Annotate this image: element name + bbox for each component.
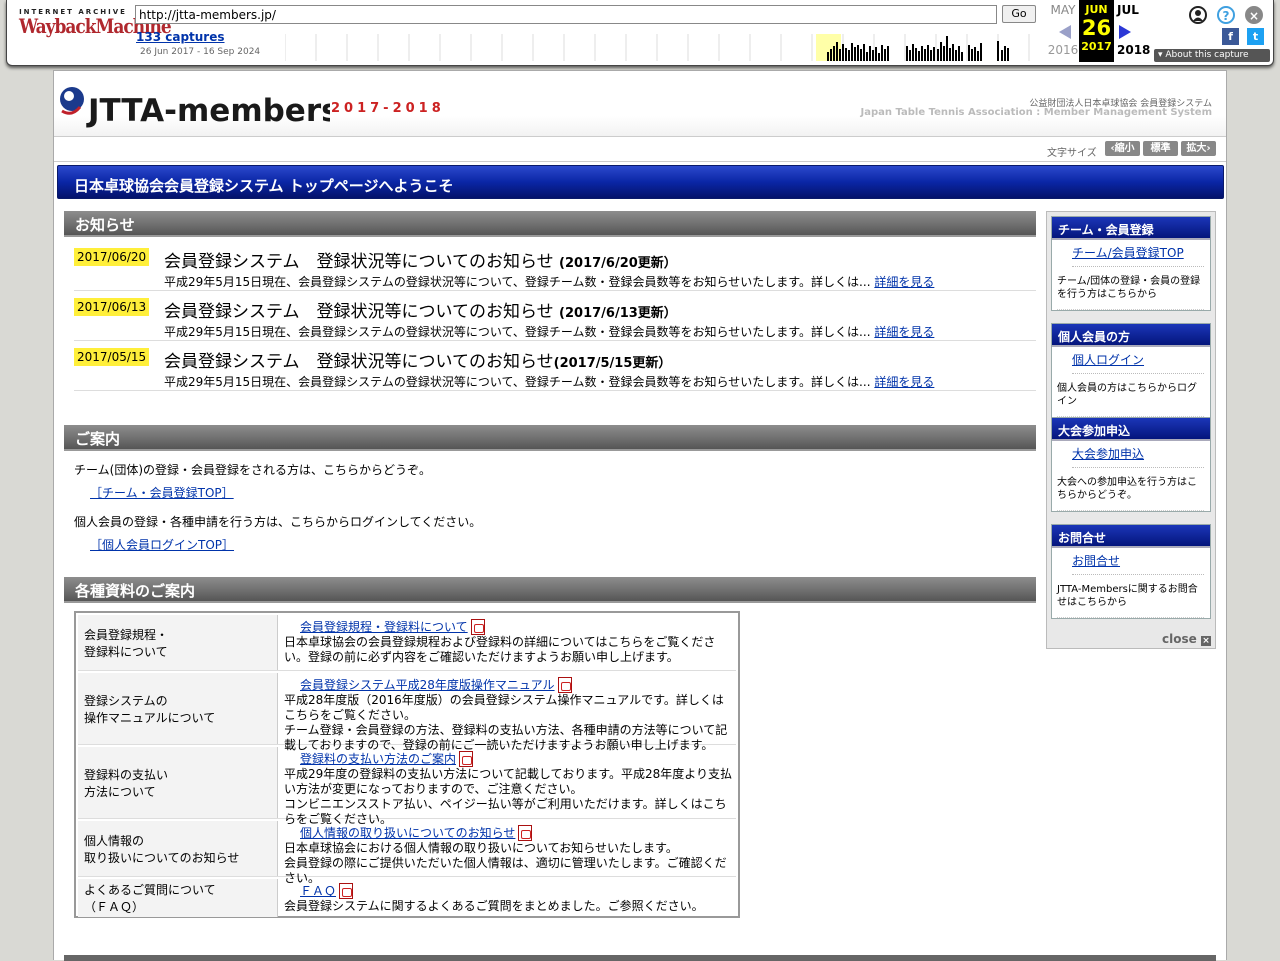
news-more-link[interactable]: 詳細を見る bbox=[874, 275, 934, 289]
doc-link[interactable]: ＦＡＱ bbox=[300, 884, 336, 899]
font-size-normal-button[interactable]: 標準 bbox=[1143, 141, 1178, 156]
doc-link[interactable]: 登録料の支払い方法のご案内 bbox=[300, 752, 456, 767]
news-more-link[interactable]: 詳細を見る bbox=[874, 325, 934, 339]
pdf-icon[interactable] bbox=[557, 677, 572, 693]
site-header: JTTA-members.jp 2017-2018 公益財団法人日本卓球協会 会… bbox=[54, 71, 1226, 137]
sidebar-desc: 大会への参加申込を行う方はこちらからどうぞ。 bbox=[1057, 476, 1204, 511]
twitter-icon[interactable]: t bbox=[1247, 28, 1264, 45]
sidebar-desc: チーム/団体の登録・会員の登録を行う方はこちらから bbox=[1057, 275, 1204, 310]
sidebar-link[interactable]: 個人ログイン bbox=[1072, 351, 1204, 374]
sidebar-box-personal: 個人会員の方 個人ログイン 個人会員の方はこちらからログイン bbox=[1051, 323, 1211, 418]
sidebar-box-entry: 大会参加申込 大会参加申込 大会への参加申込を行う方はこちらからどうぞ。 bbox=[1051, 417, 1211, 512]
row-value: 登録料の支払い方法のご案内 平成29年度の登録料の支払い方法について記載しておりま… bbox=[284, 751, 733, 826]
current-capture-date: JUN 26 2017 bbox=[1079, 0, 1114, 62]
news-date: 2017/05/15 bbox=[74, 348, 150, 366]
capture-range: 26 Jun 2017 - 16 Sep 2024 bbox=[140, 47, 261, 57]
sidebar-close-button[interactable]: close × bbox=[1162, 632, 1211, 646]
news-desc: 平成29年5月15日現在、会員登録システムの登録状況等について、登録チーム数・登… bbox=[164, 325, 935, 339]
close-icon: × bbox=[1201, 636, 1211, 646]
pdf-icon[interactable] bbox=[470, 619, 485, 635]
font-size-small-button[interactable]: ‹縮小 bbox=[1105, 141, 1140, 156]
table-row: 登録システムの 操作マニュアルについて 会員登録システム平成28年度版操作マニュア… bbox=[78, 673, 736, 752]
help-icon[interactable]: ? bbox=[1217, 6, 1235, 24]
facebook-icon[interactable]: f bbox=[1222, 28, 1239, 45]
announce-heading: ご案内 bbox=[64, 425, 1036, 451]
row-label: 会員登録規程・ 登録料について bbox=[78, 615, 278, 670]
next-month[interactable]: JUL 2018 bbox=[1117, 3, 1152, 57]
go-button[interactable]: Go bbox=[1002, 5, 1036, 23]
season-label: 2017-2018 bbox=[331, 101, 445, 116]
docs-heading: 各種資料のご案内 bbox=[64, 577, 1036, 603]
welcome-banner: 日本卓球協会会員登録システム トップページへようこそ bbox=[57, 165, 1224, 199]
page: JTTA-members.jp 2017-2018 公益財団法人日本卓球協会 会… bbox=[53, 70, 1227, 961]
row-label: 登録料の支払い 方法について bbox=[78, 747, 278, 818]
sidebar-box-heading: チーム・会員登録 bbox=[1052, 217, 1210, 240]
sidebar-box-team: チーム・会員登録 チーム/会員登録TOP チーム/団体の登録・会員の登録を行う方… bbox=[1051, 216, 1211, 311]
news-item: 2017/06/20 会員登録システム 登録状況等についてのお知らせ (2017… bbox=[74, 241, 1036, 291]
footer-bar bbox=[64, 955, 1216, 961]
news-date: 2017/06/20 bbox=[74, 248, 150, 266]
sidebar-box-heading: 個人会員の方 bbox=[1052, 324, 1210, 347]
team-register-link[interactable]: ［チーム・会員登録TOP］ bbox=[90, 484, 234, 501]
row-value: 個人情報の取り扱いについてのお知らせ 日本卓球協会における個人情報の取り扱いについ… bbox=[284, 825, 727, 885]
news-desc: 平成29年5月15日現在、会員登録システムの登録状況等について、登録チーム数・登… bbox=[164, 275, 935, 289]
jtta-logo[interactable]: JTTA-members.jp bbox=[58, 77, 330, 133]
table-row: よくあるご質問について （ＦＡＱ） ＦＡＱ 会員登録システムに関するよくあるご質問を… bbox=[78, 879, 736, 917]
row-label: よくあるご質問について （ＦＡＱ） bbox=[78, 879, 278, 917]
news-title: 会員登録システム 登録状況等についてのお知らせ(2017/5/15更新） bbox=[164, 352, 672, 372]
row-value: 会員登録システム平成28年度版操作マニュアル 平成28年度版（2016年度版）の会… bbox=[284, 677, 728, 752]
table-row: 会員登録規程・ 登録料について 会員登録規程・登録料について 日本卓球協会の会員登録… bbox=[78, 615, 736, 671]
announce-team: チーム(団体)の登録・会員登録をされる方は、こちらからどうぞ。 ［チーム・会員登… bbox=[74, 463, 432, 501]
table-row: 登録料の支払い 方法について 登録料の支払い方法のご案内 平成29年度の登録料の支払… bbox=[78, 747, 736, 826]
prev-capture-icon[interactable] bbox=[1059, 25, 1071, 39]
capture-sparkline[interactable] bbox=[285, 34, 1037, 61]
pdf-icon[interactable] bbox=[459, 751, 474, 767]
font-size-label: 文字サイズ bbox=[1047, 148, 1097, 159]
sidebar-link[interactable]: チーム/会員登録TOP bbox=[1072, 244, 1204, 267]
close-icon[interactable]: × bbox=[1245, 6, 1263, 24]
font-size-large-button[interactable]: 拡大› bbox=[1181, 141, 1216, 156]
news-item: 2017/06/13 会員登録システム 登録状況等についてのお知らせ (2017… bbox=[74, 291, 1036, 341]
doc-link[interactable]: 会員登録規程・登録料について bbox=[300, 620, 468, 635]
about-capture-dropdown[interactable]: ▾ About this capture bbox=[1154, 49, 1270, 62]
personal-login-link[interactable]: ［個人会員ログインTOP］ bbox=[90, 536, 234, 553]
sidebar-box-heading: 大会参加申込 bbox=[1052, 418, 1210, 441]
sidebar-desc: 個人会員の方はこちらからログイン bbox=[1057, 382, 1204, 417]
pdf-icon[interactable] bbox=[339, 883, 354, 899]
news-desc: 平成29年5月15日現在、会員登録システムの登録状況等について、登録チーム数・登… bbox=[164, 375, 935, 389]
doc-link[interactable]: 個人情報の取り扱いについてのお知らせ bbox=[300, 826, 515, 841]
row-label: 登録システムの 操作マニュアルについて bbox=[78, 673, 278, 744]
row-value: ＦＡＱ 会員登録システムに関するよくあるご質問をまとめました。ご参照ください。 bbox=[284, 883, 704, 913]
row-value: 会員登録規程・登録料について 日本卓球協会の会員登録規程および登録料の詳細について… bbox=[284, 619, 716, 664]
news-title: 会員登録システム 登録状況等についてのお知らせ (2017/6/20更新） bbox=[164, 252, 677, 272]
row-label: 個人情報の 取り扱いについてのお知らせ bbox=[78, 821, 278, 876]
sidebar-link[interactable]: 大会参加申込 bbox=[1072, 445, 1204, 468]
sidebar-link[interactable]: お問合せ bbox=[1072, 552, 1204, 575]
sidebar-desc: JTTA-Membersに関するお問合せはこちらから bbox=[1057, 583, 1204, 618]
url-input[interactable] bbox=[135, 5, 997, 24]
announce-personal: 個人会員の登録・各種申請を行う方は、こちらからログインしてください。 ［個人会員… bbox=[74, 515, 482, 553]
doc-link[interactable]: 会員登録システム平成28年度版操作マニュアル bbox=[300, 678, 555, 693]
news-title: 会員登録システム 登録状況等についてのお知らせ (2017/6/13更新） bbox=[164, 302, 677, 322]
wayback-logo[interactable]: INTERNET ARCHIVE WaybackMachine bbox=[19, 8, 172, 39]
news-item: 2017/05/15 会員登録システム 登録状況等についてのお知らせ(2017/… bbox=[74, 341, 1036, 391]
news-more-link[interactable]: 詳細を見る bbox=[874, 375, 934, 389]
org-name-en: Japan Table Tennis Association : Member … bbox=[860, 107, 1212, 118]
news-date: 2017/06/13 bbox=[74, 298, 150, 316]
sidebar: チーム・会員登録 チーム/会員登録TOP チーム/団体の登録・会員の登録を行う方… bbox=[1046, 211, 1216, 649]
captures-link[interactable]: 133 captures bbox=[136, 30, 225, 44]
user-icon[interactable] bbox=[1189, 6, 1207, 24]
wayback-toolbar: INTERNET ARCHIVE WaybackMachine Go 133 c… bbox=[6, 0, 1274, 66]
news-heading: お知らせ bbox=[64, 211, 1036, 237]
logo-text: JTTA-members.jp bbox=[86, 93, 330, 129]
table-row: 個人情報の 取り扱いについてのお知らせ 個人情報の取り扱いについてのお知らせ 日本卓… bbox=[78, 821, 736, 885]
pdf-icon[interactable] bbox=[518, 825, 533, 841]
docs-table: 会員登録規程・ 登録料について 会員登録規程・登録料について 日本卓球協会の会員登録… bbox=[74, 611, 740, 918]
sidebar-box-contact: お問合せ お問合せ JTTA-Membersに関するお問合せはこちらから bbox=[1051, 524, 1211, 619]
sidebar-box-heading: お問合せ bbox=[1052, 525, 1210, 548]
font-size-bar: 文字サイズ ‹縮小 標準 拡大› bbox=[54, 137, 1226, 162]
